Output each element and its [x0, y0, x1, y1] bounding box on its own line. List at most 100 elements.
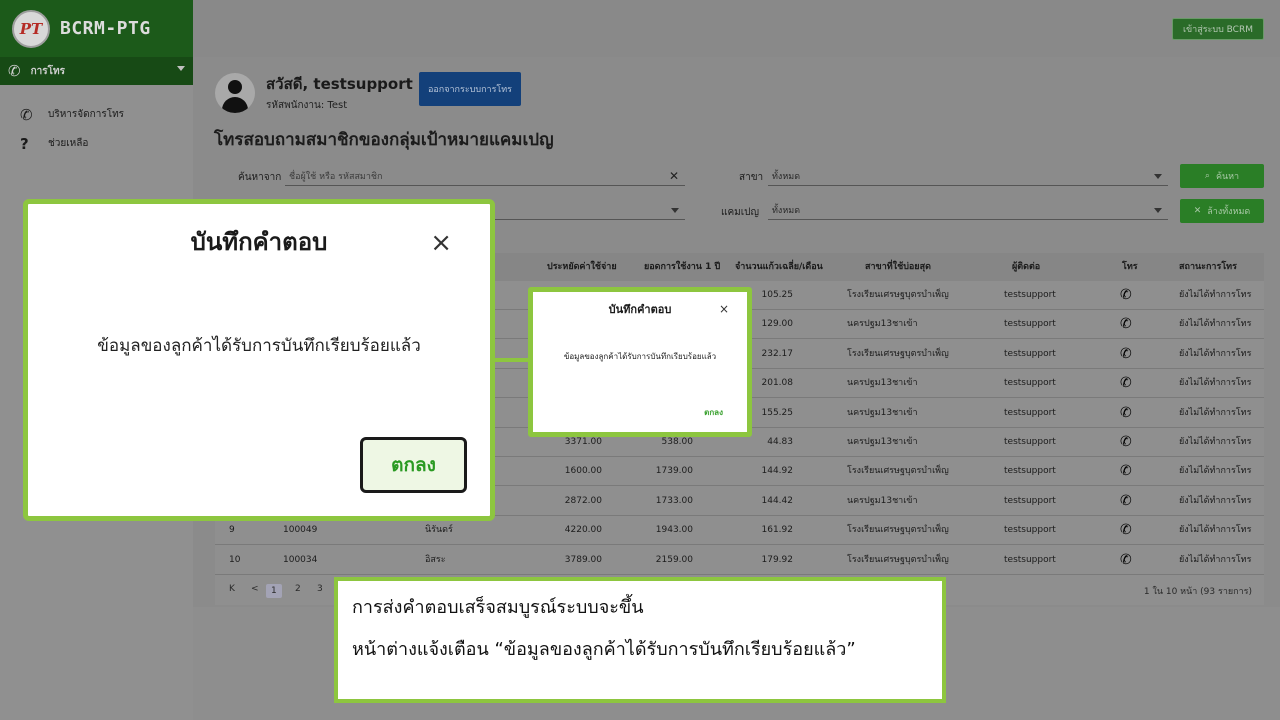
cell-contact: testsupport: [1004, 437, 1056, 447]
cell-avg: 161.92: [761, 525, 794, 536]
cell-status: ยังไม่ได้ทำการโทร: [1179, 495, 1252, 506]
cell-avg: 144.42: [761, 495, 794, 506]
zoomed-dialog-ok-button[interactable]: ตกลง: [360, 437, 467, 493]
search-icon: ⌕: [1204, 171, 1210, 181]
cell-contact: testsupport: [1004, 466, 1056, 477]
page-button-3[interactable]: 3: [317, 584, 323, 594]
instruction-caption: การส่งคำตอบเสร็จสมบูรณ์ระบบจะขึ้น หน้าต่…: [334, 577, 946, 703]
cell-branch: นครปฐม13ชาเข้า: [847, 378, 918, 389]
cell-branch: โรงเรียนเศรษฐบุตรบำเพ็ญ: [847, 290, 949, 300]
call-phone-icon[interactable]: ✆: [1120, 340, 1132, 369]
cell-status: ยังไม่ได้ทำการโทร: [1179, 378, 1252, 389]
call-phone-icon[interactable]: ✆: [1120, 546, 1132, 575]
campaign-label: แคมเปญ: [721, 207, 760, 218]
clear-icon[interactable]: ✕: [669, 169, 679, 183]
call-phone-icon[interactable]: ✆: [1120, 428, 1132, 457]
zoomed-dialog-title: บันทึกคำตอบ: [190, 228, 328, 256]
search-button-label: ค้นหา: [1215, 172, 1240, 182]
chevron-down-icon: [1154, 208, 1162, 213]
call-phone-icon[interactable]: ✆: [1120, 281, 1132, 310]
call-phone-icon[interactable]: ✆: [1120, 399, 1132, 428]
cell-branch: โรงเรียนเศรษฐบุตรบำเพ็ญ: [847, 466, 949, 477]
cell-saving: 4220.00: [564, 525, 602, 536]
cell-status: ยังไม่ได้ทำการโทร: [1179, 290, 1252, 300]
call-phone-icon[interactable]: ✆: [1120, 457, 1132, 486]
help-icon: ?: [20, 134, 29, 153]
cell-usage: 1739.00: [655, 466, 693, 477]
dialog-ok-button[interactable]: ตกลง: [704, 406, 723, 419]
logout-calling-button[interactable]: ออกจากระบบการโทร: [419, 72, 521, 106]
employee-id: รหัสพนักงาน: Test: [266, 100, 348, 111]
phone-icon: ✆: [8, 62, 21, 80]
table-row: 10 100034 อิสระ 3789.00 2159.00 179.92 โรงเรีย…: [215, 546, 1264, 575]
sidebar-menu-calls[interactable]: ✆ การโทร: [0, 57, 193, 85]
cell-usage: 1943.00: [655, 525, 693, 536]
caption-line-1: การส่งคำตอบเสร็จสมบูรณ์ระบบจะขึ้น: [352, 597, 644, 618]
col-avg: จำนวนแก้วเฉลี่ย/เดือน: [735, 262, 823, 272]
prev-page-button[interactable]: <: [251, 584, 259, 594]
campaign-select[interactable]: ทั้งหมด: [768, 200, 1168, 220]
cell-saving: 3789.00: [564, 554, 602, 565]
page-title: โทรสอบถามสมาชิกของกลุ่มเป้าหมายแคมเปญ: [214, 130, 554, 150]
sidebar-menu-calls-label: การโทร: [30, 65, 65, 77]
chevron-down-icon: [671, 208, 679, 213]
cell-usage: 2159.00: [655, 554, 693, 565]
cell-id: 100034: [283, 554, 318, 565]
cell-contact: testsupport: [1004, 319, 1056, 330]
save-answer-dialog: บันทึกคำตอบ × ข้อมูลของลูกค้าได้รับการบั…: [528, 287, 752, 437]
cell-branch: โรงเรียนเศรษฐบุตรบำเพ็ญ: [847, 554, 949, 565]
sidebar-item-help[interactable]: ? ช่วยเหลือ: [0, 129, 193, 158]
cell-contact: testsupport: [1004, 348, 1056, 359]
login-bcrm-button[interactable]: เข้าสู่ระบบ BCRM: [1171, 18, 1264, 40]
chevron-down-icon: [1154, 174, 1162, 179]
filter-select[interactable]: [493, 200, 685, 220]
cell-no: 10: [229, 554, 241, 565]
search-label: ค้นหาจาก: [238, 172, 282, 183]
col-usage: ยอดการใช้งาน 1 ปี: [644, 262, 721, 272]
cell-saving: 1600.00: [564, 466, 602, 477]
col-call: โทร: [1122, 262, 1138, 272]
cell-contact: testsupport: [1004, 378, 1056, 389]
brand: PT BCRM-PTG: [0, 0, 193, 57]
branch-label: สาขา: [739, 172, 764, 183]
cell-status: ยังไม่ได้ทำการโทร: [1179, 554, 1252, 565]
cell-branch: นครปฐม13ชาเข้า: [847, 319, 918, 330]
cell-usage: 1733.00: [655, 495, 693, 506]
search-input[interactable]: ชื่อผู้ใช้ หรือ รหัสสมาชิก ✕: [285, 166, 685, 186]
caption-line-2: หน้าต่างแจ้งเตือน “ข้อมูลของลูกค้าได้รับ…: [352, 639, 856, 660]
sidebar-item-label: บริหารจัดการโทร: [48, 109, 125, 120]
first-page-button[interactable]: K: [229, 584, 235, 594]
avatar: [215, 72, 255, 113]
pagination-info: 1 ใน 10 หน้า (93 รายการ): [1143, 587, 1252, 597]
search-button[interactable]: ⌕ ค้นหา: [1180, 164, 1264, 188]
page-button-1[interactable]: 1: [266, 584, 282, 598]
cell-status: ยังไม่ได้ทำการโทร: [1179, 407, 1252, 418]
cell-contact: testsupport: [1004, 554, 1056, 565]
search-placeholder: ชื่อผู้ใช้ หรือ รหัสสมาชิก: [289, 171, 383, 182]
close-icon[interactable]: ×: [719, 302, 729, 316]
cell-avg: 144.92: [761, 466, 794, 477]
dialog-message: ข้อมูลของลูกค้าได้รับการบันทึกเรียบร้อยแ…: [563, 352, 717, 361]
call-phone-icon[interactable]: ✆: [1120, 516, 1132, 545]
page-button-2[interactable]: 2: [295, 584, 301, 594]
zoomed-dialog-message: ข้อมูลของลูกค้าได้รับการบันทึกเรียบร้อยแ…: [97, 336, 421, 356]
sidebar-item-label: ช่วยเหลือ: [48, 138, 89, 149]
campaign-value: ทั้งหมด: [772, 205, 801, 216]
call-phone-icon[interactable]: ✆: [1120, 310, 1132, 339]
zoomed-save-answer-dialog: บันทึกคำตอบ × ข้อมูลของลูกค้าได้รับการบั…: [23, 199, 495, 521]
clear-all-button[interactable]: ✕ ล้างทั้งหมด: [1180, 199, 1264, 223]
col-contact: ผู้ติดต่อ: [1012, 262, 1041, 272]
chevron-down-icon: [177, 66, 185, 71]
branch-value: ทั้งหมด: [772, 171, 801, 182]
col-status: สถานะการโทร: [1179, 262, 1237, 272]
branch-select[interactable]: ทั้งหมด: [768, 166, 1168, 186]
close-icon[interactable]: ×: [430, 230, 452, 256]
cell-contact: testsupport: [1004, 407, 1056, 418]
col-saving: ประหยัดค่าใช้จ่าย: [547, 262, 617, 272]
cell-status: ยังไม่ได้ทำการโทร: [1179, 437, 1252, 447]
cell-contact: testsupport: [1004, 495, 1056, 506]
sidebar-item-call-management[interactable]: ✆ บริหารจัดการโทร: [0, 100, 193, 129]
cell-avg: 179.92: [761, 554, 794, 565]
call-phone-icon[interactable]: ✆: [1120, 369, 1132, 398]
call-phone-icon[interactable]: ✆: [1120, 487, 1132, 516]
